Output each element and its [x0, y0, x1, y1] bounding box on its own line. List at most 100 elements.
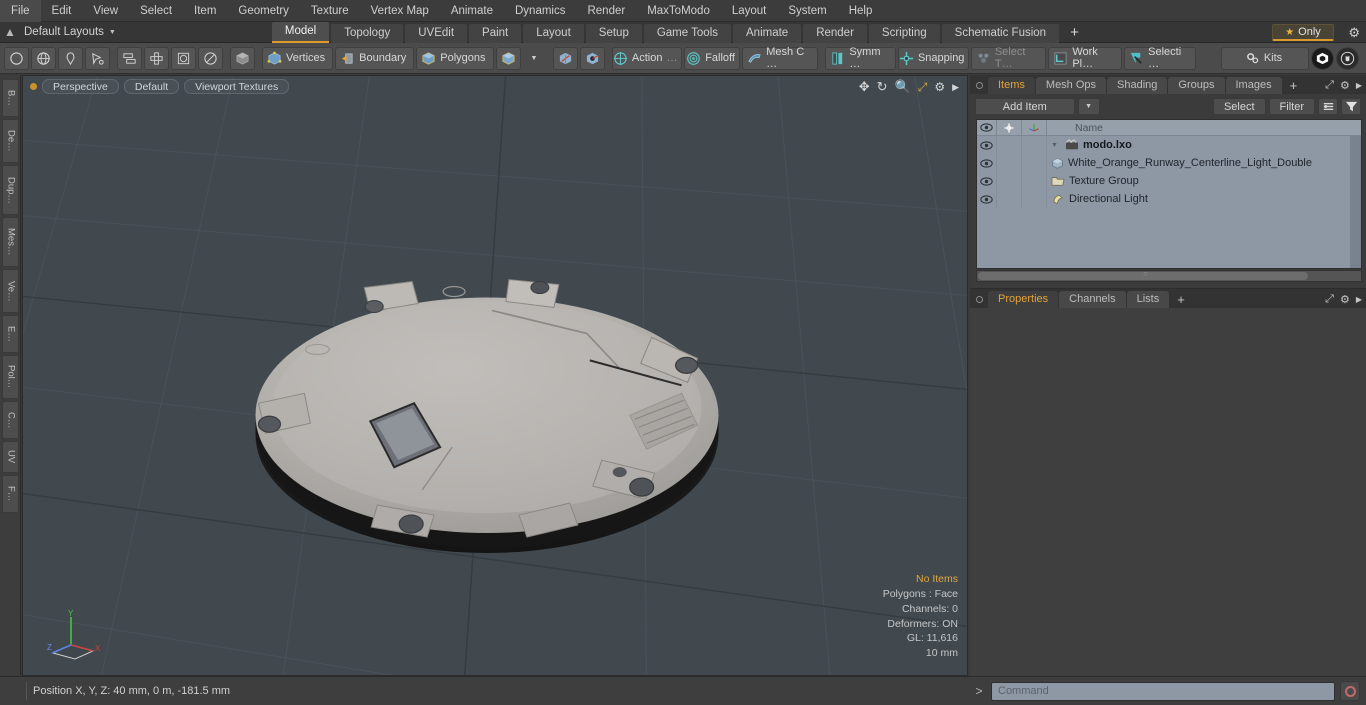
viewport-shading-selector[interactable]: Default [123, 78, 180, 94]
tab-items[interactable]: Items [988, 77, 1035, 94]
cross-grid-icon[interactable] [144, 46, 169, 70]
tab-shading[interactable]: Shading [1107, 77, 1168, 94]
row-lock-cell[interactable] [997, 190, 1022, 208]
item-row-scene[interactable]: ▼ modo.lxo [1047, 136, 1361, 154]
select-through-button[interactable]: Select T… [970, 46, 1047, 70]
paint-select-icon[interactable] [85, 46, 110, 70]
menu-item-vertex-map[interactable]: Vertex Map [360, 0, 440, 22]
3d-viewport[interactable]: Perspective Default Viewport Textures ✥ … [22, 75, 968, 676]
pan-icon[interactable]: ✥ [859, 79, 870, 95]
menu-item-geometry[interactable]: Geometry [227, 0, 300, 22]
table-row[interactable]: ▼ modo.lxo [977, 136, 1361, 154]
tab-groups[interactable]: Groups [1168, 77, 1225, 94]
viewport-gear-icon[interactable]: ⚙ [934, 80, 945, 94]
row-visibility-toggle[interactable] [977, 190, 997, 208]
selection-set-button[interactable]: Selecti … [1124, 46, 1196, 70]
properties-menu-dot-icon[interactable] [976, 296, 983, 303]
blue-cube-icon[interactable] [495, 46, 521, 70]
left-tab-uv[interactable]: UV [1, 441, 19, 473]
menu-item-item[interactable]: Item [183, 0, 227, 22]
only-toggle-button[interactable]: ★ Only [1272, 24, 1334, 41]
menu-item-maxtomodo[interactable]: MaxToModo [636, 0, 721, 22]
properties-more-icon[interactable]: ▶ [1356, 295, 1362, 304]
row-lock-cell[interactable] [997, 154, 1022, 172]
tab-lists[interactable]: Lists [1126, 291, 1170, 308]
row-visibility-toggle[interactable] [977, 136, 997, 154]
item-list[interactable]: Name ▼ modo.lxo White_Orange_Runway_Cent… [976, 119, 1362, 269]
table-row[interactable]: White_Orange_Runway_Centerline_Light_Dou… [977, 154, 1361, 172]
stack-icon[interactable] [117, 46, 142, 70]
filter-button[interactable]: Filter [1268, 98, 1315, 115]
row-lock-cell[interactable] [997, 172, 1022, 190]
circle-select-icon[interactable] [4, 46, 29, 70]
row-axis-cell[interactable] [1022, 190, 1047, 208]
menu-item-render[interactable]: Render [576, 0, 636, 22]
rotate-icon[interactable]: ↻ [877, 79, 888, 95]
tab-channels[interactable]: Channels [1059, 291, 1126, 308]
menu-item-edit[interactable]: Edit [41, 0, 83, 22]
add-properties-tab-button[interactable]: + [1170, 291, 1192, 308]
panel-menu-dot-icon[interactable] [976, 82, 983, 89]
symmetry-button[interactable]: Symm … [825, 46, 896, 70]
left-tab-curve[interactable]: C… [1, 401, 19, 439]
mesh-constraint-button[interactable]: Mesh C … [742, 46, 819, 70]
menu-item-texture[interactable]: Texture [300, 0, 360, 22]
tab-model[interactable]: Model [271, 21, 330, 43]
item-list-vertical-scrollbar[interactable] [1350, 136, 1361, 268]
vertices-button[interactable]: Vertices [262, 46, 334, 70]
menu-item-layout[interactable]: Layout [721, 0, 778, 22]
row-axis-cell[interactable] [1022, 172, 1047, 190]
layout-selector[interactable]: Default Layouts ▼ [20, 26, 122, 38]
left-tab-deform[interactable]: De… [1, 119, 19, 163]
panel-maximize-icon[interactable]: ⤢ [1325, 79, 1334, 92]
add-item-button[interactable]: Add Item [975, 98, 1075, 115]
filter-funnel-icon[interactable] [1341, 98, 1361, 115]
menu-item-dynamics[interactable]: Dynamics [504, 0, 576, 22]
left-tab-duplicate[interactable]: Dup… [1, 165, 19, 215]
action-center-button[interactable]: Action … [611, 46, 682, 70]
move-axis-icon[interactable] [552, 46, 578, 70]
menu-item-file[interactable]: File [0, 0, 41, 22]
item-row-mesh[interactable]: White_Orange_Runway_Centerline_Light_Dou… [1047, 154, 1361, 172]
tab-images[interactable]: Images [1225, 77, 1282, 94]
left-tab-fur[interactable]: F… [1, 475, 19, 513]
zoom-icon[interactable]: 🔍 [895, 79, 911, 95]
menu-item-select[interactable]: Select [129, 0, 183, 22]
row-axis-cell[interactable] [1022, 136, 1047, 154]
lasso-select-icon[interactable] [58, 46, 83, 70]
tab-layout[interactable]: Layout [523, 23, 584, 43]
select-button[interactable]: Select [1212, 98, 1266, 115]
list-options-icon[interactable] [1318, 98, 1338, 115]
component-dropdown-icon[interactable]: ▼ [523, 47, 546, 70]
layout-gear-icon[interactable]: ⚙ [1348, 25, 1360, 41]
add-item-dropdown-icon[interactable]: ▼ [1077, 98, 1100, 115]
command-record-button[interactable] [1340, 681, 1360, 701]
snapping-button[interactable]: Snapping [897, 46, 969, 70]
tab-game-tools[interactable]: Game Tools [643, 23, 731, 43]
table-row[interactable]: Texture Group [977, 172, 1361, 190]
add-tab-button[interactable]: + [1061, 24, 1088, 43]
properties-gear-icon[interactable]: ⚙ [1340, 293, 1350, 306]
modo-logo-icon[interactable] [1311, 46, 1334, 70]
tab-schematic-fusion[interactable]: Schematic Fusion [941, 23, 1060, 43]
left-tab-polygon[interactable]: Pol… [1, 355, 19, 399]
table-row[interactable]: Directional Light [977, 190, 1361, 208]
tab-animate[interactable]: Animate [733, 23, 802, 43]
row-axis-cell[interactable] [1022, 154, 1047, 172]
viewport-perspective-selector[interactable]: Perspective [42, 78, 119, 94]
work-plane-button[interactable]: Work Pl… [1048, 46, 1123, 70]
left-tab-mesh-edit[interactable]: Mes… [1, 217, 19, 267]
command-input[interactable] [991, 681, 1335, 701]
menu-item-system[interactable]: System [777, 0, 837, 22]
left-tab-edge[interactable]: E… [1, 315, 19, 353]
viewport-expand-icon[interactable]: ▶ [952, 82, 959, 93]
panel-more-icon[interactable]: ▶ [1356, 81, 1362, 90]
row-lock-cell[interactable] [997, 136, 1022, 154]
menu-item-view[interactable]: View [82, 0, 129, 22]
fit-icon[interactable]: ⤢ [918, 80, 928, 95]
axis-column-icon[interactable] [1022, 120, 1047, 136]
gray-cube-icon[interactable] [230, 46, 255, 70]
lock-column-icon[interactable] [997, 120, 1022, 136]
tab-uvedit[interactable]: UVEdit [405, 23, 468, 43]
tab-scripting[interactable]: Scripting [868, 23, 940, 43]
